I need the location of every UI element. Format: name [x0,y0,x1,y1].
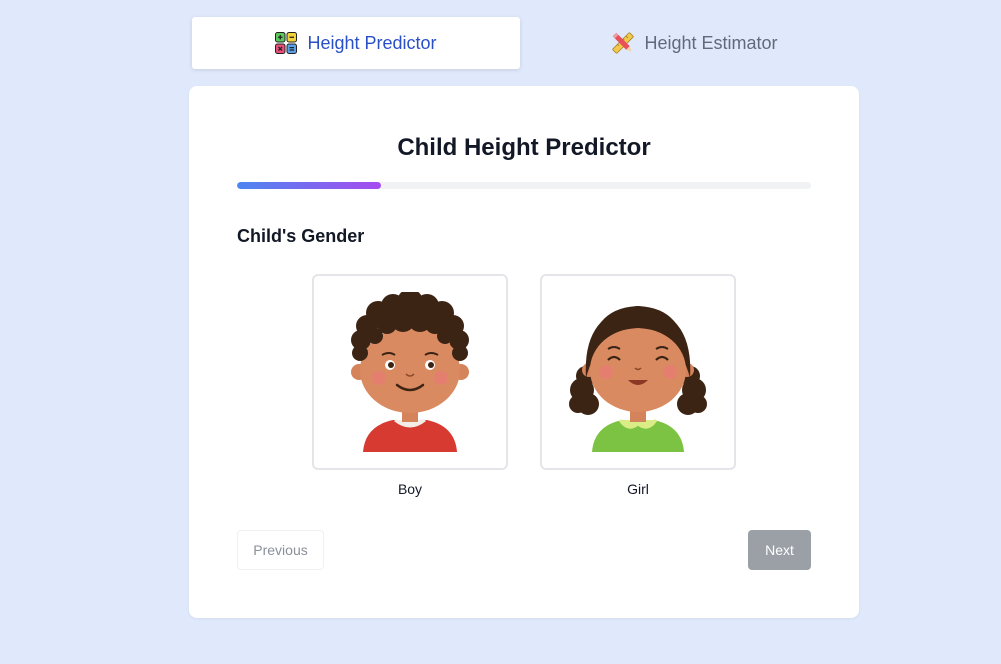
boy-card[interactable] [312,274,508,470]
gender-section-label: Child's Gender [237,226,365,246]
ruler-pencil-icon [612,32,635,54]
tab-height-estimator-label: Height Estimator [644,32,778,53]
predictor-card: Child Height Predictor Child's Gender Bo… [189,86,859,618]
calculator-grid-icon [275,32,298,54]
boy-face-icon [351,292,469,452]
girl-card[interactable] [540,274,736,470]
tab-bar: Height Predictor Height Estimator [192,17,859,69]
gender-option-boy[interactable]: Boy [312,274,508,497]
gender-option-girl[interactable]: Girl [540,274,736,497]
tab-height-predictor-label: Height Predictor [307,32,437,53]
tab-height-estimator[interactable]: Height Estimator [531,17,859,69]
page-title: Child Height Predictor [397,134,651,161]
girl-label: Girl [627,481,649,497]
tab-height-predictor[interactable]: Height Predictor [192,17,520,69]
boy-label: Boy [397,481,423,497]
previous-button[interactable]: Previous [237,530,324,570]
progress-fill [237,182,381,189]
progress-bar [237,182,811,189]
girl-face-icon [569,306,707,452]
next-button[interactable]: Next [748,530,811,570]
